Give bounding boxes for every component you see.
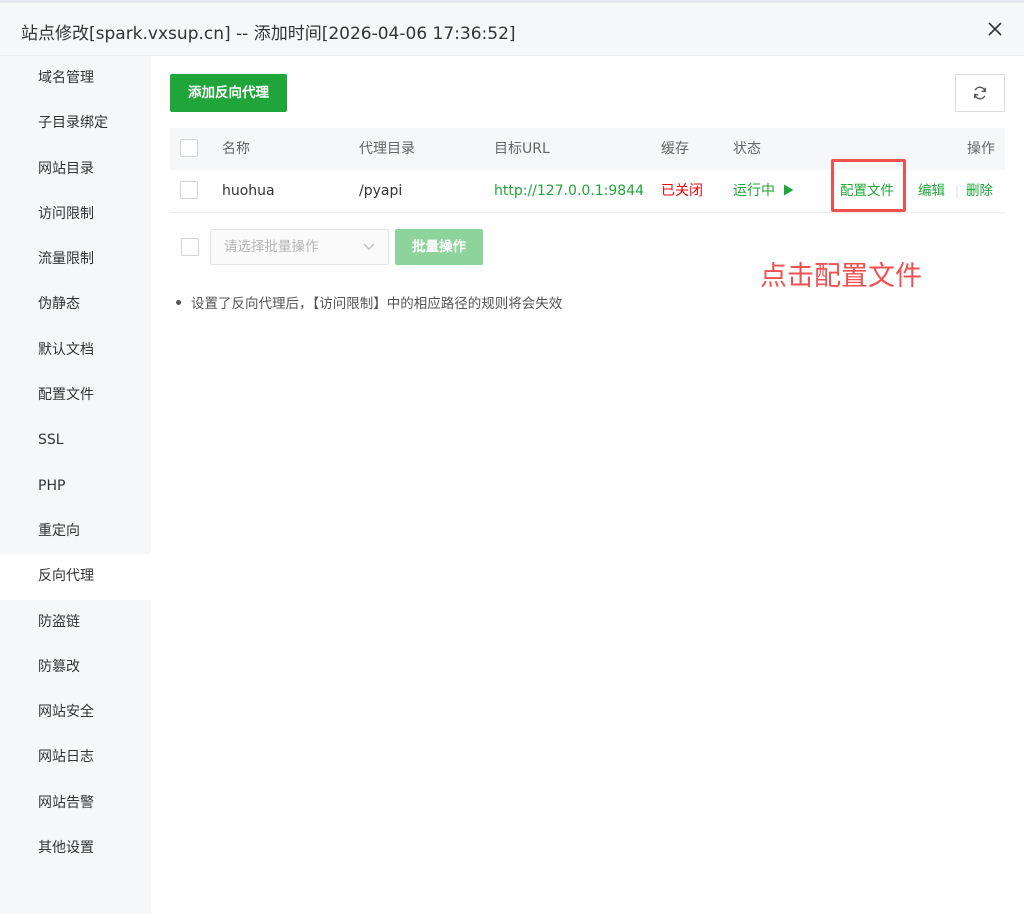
sidebar-item-site-log[interactable]: 网站日志 — [0, 735, 151, 780]
action-separator: | — [955, 184, 960, 198]
sidebar-item-site-alert[interactable]: 网站告警 — [0, 781, 151, 826]
row-checkbox[interactable] — [180, 181, 198, 199]
header-cache: 缓存 — [661, 141, 689, 157]
row-proxy-dir: /pyapi — [359, 183, 403, 199]
refresh-icon — [973, 86, 987, 100]
refresh-button[interactable] — [955, 74, 1005, 112]
sidebar: 域名管理 子目录绑定 网站目录 访问限制 流量限制 伪静态 默认文档 配置文件 … — [0, 56, 151, 914]
row-target-url[interactable]: http://127.0.0.1:9844 — [494, 170, 644, 212]
sidebar-item-redirect[interactable]: 重定向 — [0, 509, 151, 554]
header-status: 状态 — [733, 141, 761, 157]
sidebar-item-ssl[interactable]: SSL — [0, 418, 151, 463]
highlight-box — [831, 159, 906, 212]
sidebar-item-domain[interactable]: 域名管理 — [0, 56, 151, 101]
add-reverse-proxy-button[interactable]: 添加反向代理 — [170, 74, 287, 112]
row-cache-status[interactable]: 已关闭 — [661, 170, 703, 212]
sidebar-item-config-file[interactable]: 配置文件 — [0, 373, 151, 418]
sidebar-item-other-settings[interactable]: 其他设置 — [0, 826, 151, 871]
sidebar-item-tamper-proof[interactable]: 防篡改 — [0, 645, 151, 690]
note-item: 设置了反向代理后，【访问限制】中的相应路径的规则将会失效 — [176, 292, 562, 312]
dialog-title: 站点修改[spark.vxsup.cn] -- 添加时间[2026-04-06 … — [21, 24, 516, 44]
sidebar-item-php[interactable]: PHP — [0, 464, 151, 509]
sidebar-item-default-doc[interactable]: 默认文档 — [0, 328, 151, 373]
header-target-url: 目标URL — [494, 141, 550, 157]
row-delete-link[interactable]: 删除 — [966, 170, 993, 212]
dialog-titlebar: 站点修改[spark.vxsup.cn] -- 添加时间[2026-04-06 … — [0, 3, 1024, 56]
sidebar-item-rewrite[interactable]: 伪静态 — [0, 282, 151, 327]
sidebar-item-reverse-proxy[interactable]: 反向代理 — [0, 554, 151, 600]
sidebar-item-hotlink[interactable]: 防盗链 — [0, 600, 151, 645]
row-edit-link[interactable]: 编辑 — [918, 170, 945, 212]
bullet-icon — [176, 299, 181, 305]
row-run-status[interactable]: 运行中 — [733, 170, 794, 212]
annotation-text: 点击配置文件 — [760, 261, 922, 292]
row-run-status-label: 运行中 — [733, 183, 775, 199]
close-button[interactable] — [982, 16, 1008, 42]
sidebar-item-site-dir[interactable]: 网站目录 — [0, 147, 151, 192]
select-all-checkbox[interactable] — [180, 139, 198, 157]
sidebar-item-traffic-limit[interactable]: 流量限制 — [0, 237, 151, 282]
chevron-down-icon — [363, 243, 375, 250]
header-name: 名称 — [222, 141, 250, 157]
sidebar-item-site-security[interactable]: 网站安全 — [0, 690, 151, 735]
row-name: huohua — [222, 183, 275, 199]
batch-operation-select[interactable]: 请选择批量操作 — [210, 229, 389, 265]
batch-select-all-checkbox[interactable] — [181, 238, 199, 256]
sidebar-item-access-limit[interactable]: 访问限制 — [0, 192, 151, 237]
main-panel: 添加反向代理 名称 代理目录 目标URL 缓存 状态 操作 huohua /py… — [151, 56, 1024, 914]
header-actions: 操作 — [967, 141, 995, 157]
play-icon — [784, 184, 794, 196]
close-icon — [988, 22, 1002, 36]
header-proxy-dir: 代理目录 — [359, 141, 415, 157]
sidebar-item-subdir[interactable]: 子目录绑定 — [0, 101, 151, 146]
note-text: 设置了反向代理后，【访问限制】中的相应路径的规则将会失效 — [191, 296, 563, 312]
batch-select-placeholder: 请选择批量操作 — [224, 239, 319, 255]
batch-operation-button[interactable]: 批量操作 — [395, 229, 483, 265]
